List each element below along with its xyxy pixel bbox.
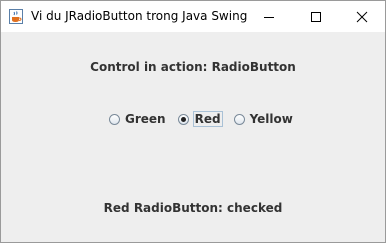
- maximize-icon: [311, 11, 321, 22]
- radio-unchecked-icon[interactable]: [109, 113, 120, 125]
- close-icon: [356, 11, 368, 22]
- title-bar[interactable]: Vi du JRadioButton trong Java Swing: [1, 1, 385, 32]
- radio-checked-icon[interactable]: [177, 113, 189, 125]
- content-panel: Control in action: RadioButton Green Red…: [1, 32, 385, 242]
- java-cup-icon[interactable]: [9, 9, 23, 24]
- radio-group: Green Red Yellow: [109, 111, 305, 127]
- close-button[interactable]: [339, 1, 385, 32]
- header-label: Control in action: RadioButton: [90, 60, 296, 74]
- maximize-button[interactable]: [293, 1, 339, 32]
- app-window: Vi du JRadioButton trong Java Swing Cont…: [0, 0, 386, 243]
- minimize-icon: [264, 16, 274, 18]
- radio-red[interactable]: Red: [177, 111, 223, 127]
- status-label: Red RadioButton: checked: [103, 201, 283, 215]
- radio-green[interactable]: Green: [109, 112, 166, 126]
- radio-label-green[interactable]: Green: [125, 112, 166, 126]
- radio-yellow[interactable]: Yellow: [233, 112, 293, 126]
- radio-unchecked-icon[interactable]: [233, 113, 245, 125]
- radio-label-red[interactable]: Red: [192, 111, 223, 127]
- minimize-button[interactable]: [246, 1, 292, 32]
- window-title: Vi du JRadioButton trong Java Swing: [31, 9, 248, 23]
- radio-label-yellow[interactable]: Yellow: [250, 112, 293, 126]
